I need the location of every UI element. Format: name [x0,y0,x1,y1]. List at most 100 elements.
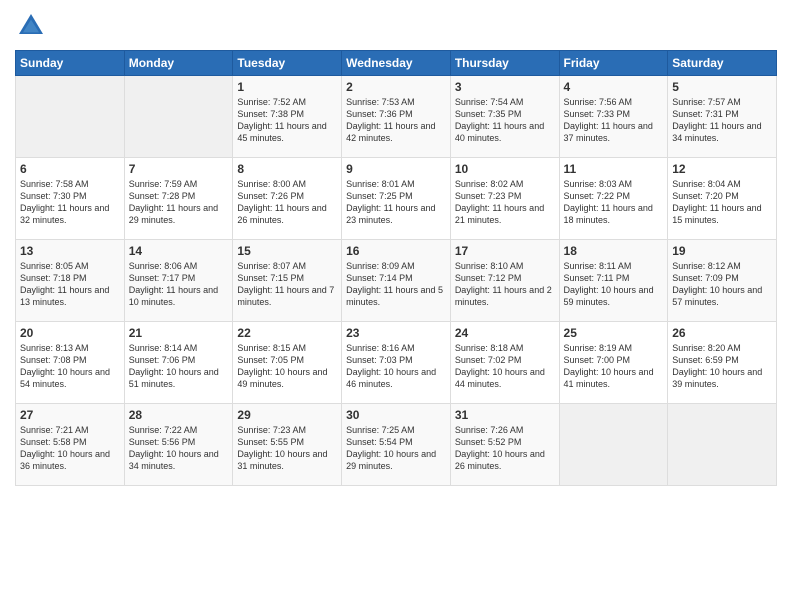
calendar-cell: 21 Sunrise: 8:14 AM Sunset: 7:06 PM Dayli… [124,322,233,404]
day-number: 6 [20,162,120,176]
week-row-3: 20Sunrise: 8:13 AM Sunset: 7:08 PM Dayli… [16,322,777,404]
calendar-cell: 5Sunrise: 7:57 AM Sunset: 7:31 PM Daylig… [668,76,777,158]
calendar-cell: 20Sunrise: 8:13 AM Sunset: 7:08 PM Dayli… [16,322,125,404]
day-info: Sunrise: 8:15 AM Sunset: 7:05 PM Dayligh… [237,342,337,391]
day-number: 16 [346,244,446,258]
day-info: Sunrise: 7:54 AM Sunset: 7:35 PM Dayligh… [455,96,555,145]
logo-icon [15,10,47,42]
day-number: 15 [237,244,337,258]
day-info: Sunrise: 7:52 AM Sunset: 7:38 PM Dayligh… [237,96,337,145]
calendar-cell: 1 Sunrise: 7:52 AM Sunset: 7:38 PM Daylig… [233,76,342,158]
calendar-cell [124,76,233,158]
day-number: 13 [20,244,120,258]
week-row-1: 6 Sunrise: 7:58 AM Sunset: 7:30 PM Daylig… [16,158,777,240]
day-number: 22 [237,326,337,340]
day-info: Sunrise: 8:05 AM Sunset: 7:18 PM Dayligh… [20,260,120,309]
calendar-cell: 4 Sunrise: 7:56 AM Sunset: 7:33 PM Daylig… [559,76,668,158]
day-info: Sunrise: 7:58 AM Sunset: 7:30 PM Dayligh… [20,178,120,227]
day-info: Sunrise: 8:00 AM Sunset: 7:26 PM Dayligh… [237,178,337,227]
calendar-cell: 17 Sunrise: 8:10 AM Sunset: 7:12 PM Dayli… [450,240,559,322]
calendar-cell [559,404,668,486]
day-info: Sunrise: 8:14 AM Sunset: 7:06 PM Dayligh… [129,342,229,391]
day-info: Sunrise: 8:04 AM Sunset: 7:20 PM Dayligh… [672,178,772,227]
day-info: Sunrise: 7:23 AM Sunset: 5:55 PM Dayligh… [237,424,337,473]
day-info: Sunrise: 8:06 AM Sunset: 7:17 PM Dayligh… [129,260,229,309]
day-number: 14 [129,244,229,258]
day-number: 2 [346,80,446,94]
header-day-saturday: Saturday [668,51,777,76]
calendar-cell: 6 Sunrise: 7:58 AM Sunset: 7:30 PM Daylig… [16,158,125,240]
calendar-cell: 31Sunrise: 7:26 AM Sunset: 5:52 PM Dayli… [450,404,559,486]
day-info: Sunrise: 8:12 AM Sunset: 7:09 PM Dayligh… [672,260,772,309]
calendar-cell: 10Sunrise: 8:02 AM Sunset: 7:23 PM Dayli… [450,158,559,240]
calendar-cell: 23 Sunrise: 8:16 AM Sunset: 7:03 PM Dayli… [342,322,451,404]
calendar-cell: 14 Sunrise: 8:06 AM Sunset: 7:17 PM Dayli… [124,240,233,322]
page-container: SundayMondayTuesdayWednesdayThursdayFrid… [0,0,792,496]
day-info: Sunrise: 8:02 AM Sunset: 7:23 PM Dayligh… [455,178,555,227]
calendar-cell: 25Sunrise: 8:19 AM Sunset: 7:00 PM Dayli… [559,322,668,404]
day-number: 8 [237,162,337,176]
header-day-thursday: Thursday [450,51,559,76]
calendar-cell: 9Sunrise: 8:01 AM Sunset: 7:25 PM Daylig… [342,158,451,240]
day-info: Sunrise: 8:10 AM Sunset: 7:12 PM Dayligh… [455,260,555,309]
day-number: 19 [672,244,772,258]
day-info: Sunrise: 8:13 AM Sunset: 7:08 PM Dayligh… [20,342,120,391]
calendar-cell: 2 Sunrise: 7:53 AM Sunset: 7:36 PM Daylig… [342,76,451,158]
logo [15,10,51,42]
day-number: 26 [672,326,772,340]
day-number: 4 [564,80,664,94]
day-info: Sunrise: 7:21 AM Sunset: 5:58 PM Dayligh… [20,424,120,473]
calendar-cell: 13 Sunrise: 8:05 AM Sunset: 7:18 PM Dayli… [16,240,125,322]
day-info: Sunrise: 7:25 AM Sunset: 5:54 PM Dayligh… [346,424,446,473]
calendar-cell: 22 Sunrise: 8:15 AM Sunset: 7:05 PM Dayli… [233,322,342,404]
day-number: 17 [455,244,555,258]
header [15,10,777,42]
day-number: 28 [129,408,229,422]
day-number: 30 [346,408,446,422]
day-info: Sunrise: 8:09 AM Sunset: 7:14 PM Dayligh… [346,260,446,309]
day-number: 3 [455,80,555,94]
day-number: 29 [237,408,337,422]
day-info: Sunrise: 7:53 AM Sunset: 7:36 PM Dayligh… [346,96,446,145]
day-number: 24 [455,326,555,340]
calendar-cell: 19 Sunrise: 8:12 AM Sunset: 7:09 PM Dayli… [668,240,777,322]
header-day-monday: Monday [124,51,233,76]
day-info: Sunrise: 8:16 AM Sunset: 7:03 PM Dayligh… [346,342,446,391]
week-row-2: 13 Sunrise: 8:05 AM Sunset: 7:18 PM Dayli… [16,240,777,322]
calendar-cell: 18 Sunrise: 8:11 AM Sunset: 7:11 PM Dayli… [559,240,668,322]
day-number: 23 [346,326,446,340]
calendar-table: SundayMondayTuesdayWednesdayThursdayFrid… [15,50,777,486]
header-day-sunday: Sunday [16,51,125,76]
calendar-cell [16,76,125,158]
calendar-cell: 11 Sunrise: 8:03 AM Sunset: 7:22 PM Dayli… [559,158,668,240]
day-info: Sunrise: 8:11 AM Sunset: 7:11 PM Dayligh… [564,260,664,309]
day-info: Sunrise: 7:22 AM Sunset: 5:56 PM Dayligh… [129,424,229,473]
calendar-cell: 28 Sunrise: 7:22 AM Sunset: 5:56 PM Dayli… [124,404,233,486]
day-number: 27 [20,408,120,422]
calendar-cell: 3 Sunrise: 7:54 AM Sunset: 7:35 PM Daylig… [450,76,559,158]
calendar-cell: 30 Sunrise: 7:25 AM Sunset: 5:54 PM Dayli… [342,404,451,486]
header-row: SundayMondayTuesdayWednesdayThursdayFrid… [16,51,777,76]
day-number: 18 [564,244,664,258]
day-info: Sunrise: 7:59 AM Sunset: 7:28 PM Dayligh… [129,178,229,227]
day-info: Sunrise: 8:18 AM Sunset: 7:02 PM Dayligh… [455,342,555,391]
calendar-cell: 8 Sunrise: 8:00 AM Sunset: 7:26 PM Daylig… [233,158,342,240]
week-row-4: 27 Sunrise: 7:21 AM Sunset: 5:58 PM Dayli… [16,404,777,486]
calendar-body: 1 Sunrise: 7:52 AM Sunset: 7:38 PM Daylig… [16,76,777,486]
day-number: 12 [672,162,772,176]
calendar-cell: 29 Sunrise: 7:23 AM Sunset: 5:55 PM Dayli… [233,404,342,486]
calendar-cell: 7 Sunrise: 7:59 AM Sunset: 7:28 PM Daylig… [124,158,233,240]
day-number: 1 [237,80,337,94]
calendar-cell: 26 Sunrise: 8:20 AM Sunset: 6:59 PM Dayli… [668,322,777,404]
day-info: Sunrise: 8:20 AM Sunset: 6:59 PM Dayligh… [672,342,772,391]
day-info: Sunrise: 8:07 AM Sunset: 7:15 PM Dayligh… [237,260,337,309]
calendar-cell: 24 Sunrise: 8:18 AM Sunset: 7:02 PM Dayli… [450,322,559,404]
day-number: 21 [129,326,229,340]
day-number: 11 [564,162,664,176]
header-day-tuesday: Tuesday [233,51,342,76]
day-info: Sunrise: 8:03 AM Sunset: 7:22 PM Dayligh… [564,178,664,227]
day-info: Sunrise: 7:56 AM Sunset: 7:33 PM Dayligh… [564,96,664,145]
week-row-0: 1 Sunrise: 7:52 AM Sunset: 7:38 PM Daylig… [16,76,777,158]
day-info: Sunrise: 7:57 AM Sunset: 7:31 PM Dayligh… [672,96,772,145]
day-number: 7 [129,162,229,176]
